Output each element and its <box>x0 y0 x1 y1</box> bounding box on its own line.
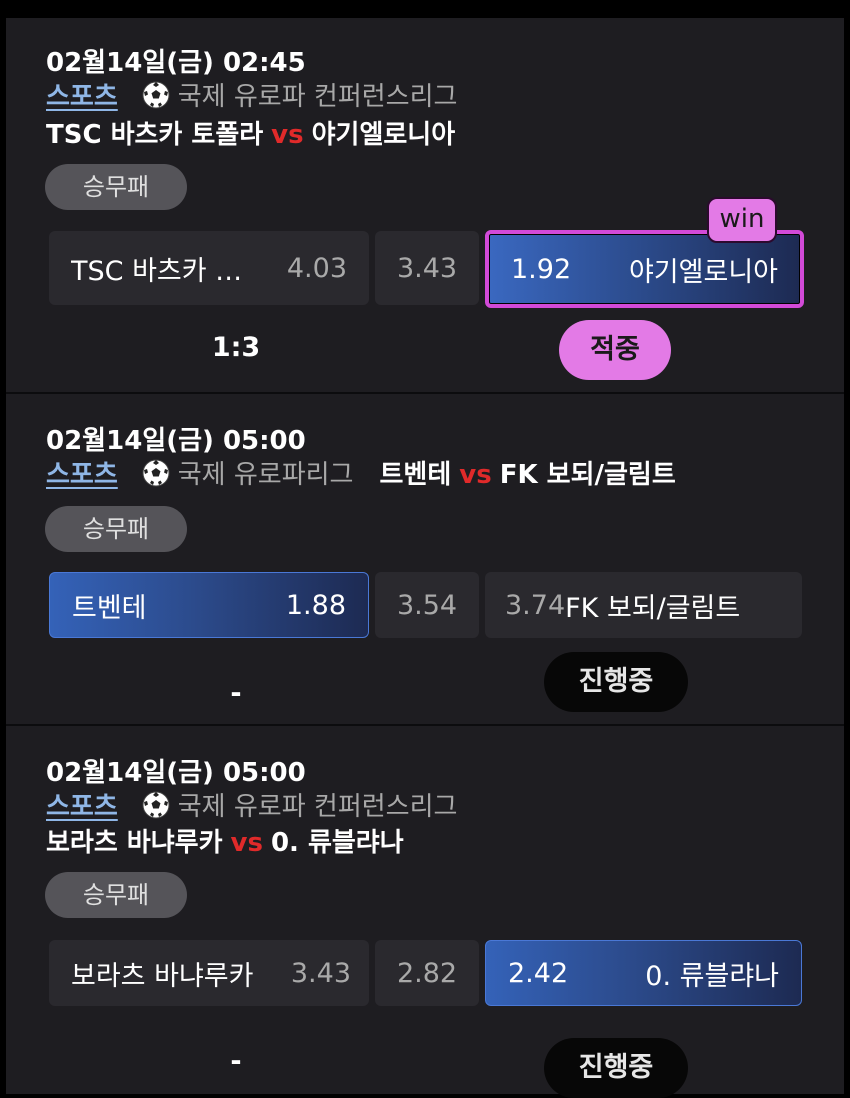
draw-odds-option[interactable]: 2.82 <box>375 940 479 1006</box>
match-meta: 스포츠 국제 유로파 컨퍼런스리그 <box>46 786 457 823</box>
result-badge: 진행중 <box>544 1038 688 1098</box>
option-odds: 1.92 <box>511 253 572 285</box>
match-meta: 스포츠 국제 유로파리그 트벤테 vs FK 보되/글림트 <box>46 454 676 491</box>
option-team-name: 0. 류블랴나 <box>645 960 779 992</box>
match-teams: TSC 바츠카 토폴라 vs 야기엘로니아 <box>46 114 455 151</box>
away-odds-option[interactable]: 2.42 0. 류블랴나 <box>485 940 802 1006</box>
bet-card: 02월14일(금) 05:00 스포츠 국제 유로파 컨퍼런스리그 보라츠 바냐… <box>6 726 844 1098</box>
result-badge: 적중 <box>559 320 671 380</box>
home-odds-option[interactable]: 보라츠 바냐루카 3.43 <box>49 940 369 1006</box>
home-team: 보라츠 바냐루카 <box>46 828 223 858</box>
bet-type-badge: 승무패 <box>45 872 187 918</box>
league-name: 국제 유로파리그 <box>177 460 354 490</box>
league-name: 국제 유로파 컨퍼런스리그 <box>177 792 458 822</box>
match-datetime: 02월14일(금) 05:00 <box>46 758 306 788</box>
option-team-name: 보라츠 바냐루카 <box>71 960 254 992</box>
home-odds-option[interactable]: TSC 바츠카 … 4.03 <box>49 231 369 305</box>
draw-odds-option[interactable]: 3.54 <box>375 572 479 638</box>
result-badge: 진행중 <box>544 652 688 712</box>
match-score: - <box>230 678 242 709</box>
away-odds-option[interactable]: 3.74 FK 보되/글림트 <box>485 572 802 638</box>
sport-link[interactable]: 스포츠 <box>46 76 118 113</box>
soccer-ball-icon <box>142 791 170 818</box>
away-team: 야기엘로니아 <box>311 120 456 150</box>
option-odds: 3.54 <box>396 589 458 621</box>
option-odds: 3.43 <box>290 957 351 989</box>
bet-card: 02월14일(금) 02:45 스포츠 국제 유로파 컨퍼런스리그 TSC 바츠… <box>6 18 844 393</box>
vs-label: vs <box>459 460 492 490</box>
draw-odds-option[interactable]: 3.43 <box>375 231 479 305</box>
bet-type-badge: 승무패 <box>45 506 187 552</box>
match-meta: 스포츠 국제 유로파 컨퍼런스리그 <box>46 76 457 113</box>
home-team: TSC 바츠카 토폴라 <box>46 120 264 150</box>
bet-history-list: 02월14일(금) 02:45 스포츠 국제 유로파 컨퍼런스리그 TSC 바츠… <box>6 18 844 1098</box>
vs-label: vs <box>230 828 263 858</box>
match-datetime: 02월14일(금) 02:45 <box>46 48 306 78</box>
option-team-name: 야기엘로니아 <box>628 256 778 288</box>
option-odds: 4.03 <box>286 252 347 284</box>
match-datetime: 02월14일(금) 05:00 <box>46 426 306 456</box>
home-odds-option[interactable]: 트벤테 1.88 <box>49 572 369 638</box>
away-team: FK 보되/글림트 <box>499 460 676 490</box>
option-odds: 3.43 <box>396 252 458 284</box>
win-tag: win <box>707 197 777 243</box>
bet-type-badge: 승무패 <box>45 164 187 210</box>
home-team: 트벤테 <box>379 460 452 490</box>
match-score: - <box>230 1046 242 1077</box>
match-teams: 보라츠 바냐루카 vs 0. 류블랴나 <box>46 822 404 859</box>
sport-link[interactable]: 스포츠 <box>46 786 118 823</box>
option-odds: 1.88 <box>285 589 346 621</box>
match-teams: 트벤테 vs FK 보되/글림트 <box>379 454 675 491</box>
soccer-ball-icon <box>142 81 170 108</box>
league-name: 국제 유로파 컨퍼런스리그 <box>177 82 458 112</box>
away-team: 0. 류블랴나 <box>270 828 404 858</box>
option-odds: 2.82 <box>396 957 458 989</box>
option-odds: 2.42 <box>508 957 569 989</box>
bet-card: 02월14일(금) 05:00 스포츠 국제 유로파리그 트벤테 vs FK 보되/… <box>6 394 844 724</box>
option-odds: 3.74 <box>505 589 566 621</box>
vs-label: vs <box>271 120 304 150</box>
option-team-name: 트벤테 <box>72 592 147 624</box>
match-score: 1:3 <box>211 332 261 363</box>
option-team-name: FK 보되/글림트 <box>565 592 741 624</box>
soccer-ball-icon <box>142 459 170 486</box>
sport-link[interactable]: 스포츠 <box>46 454 118 491</box>
option-team-name: TSC 바츠카 … <box>71 255 243 287</box>
